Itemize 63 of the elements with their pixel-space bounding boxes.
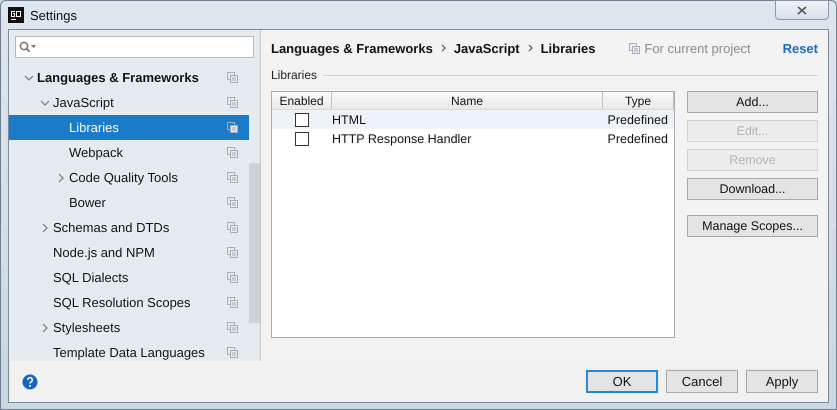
- table-row[interactable]: HTML Predefined: [272, 110, 674, 129]
- scrollbar-thumb[interactable]: [249, 163, 260, 323]
- chevron-down-icon[interactable]: [40, 100, 50, 106]
- copy-icon: [227, 97, 238, 108]
- reset-link[interactable]: Reset: [782, 40, 818, 56]
- chevron-right-icon[interactable]: [58, 172, 64, 182]
- tree-item[interactable]: SQL Dialects: [9, 265, 249, 290]
- column-header[interactable]: Enabled: [272, 92, 332, 109]
- copy-icon: [227, 172, 238, 183]
- tree-item[interactable]: Bower: [9, 190, 249, 215]
- chevron-right-icon: [528, 44, 533, 52]
- copy-icon: [227, 272, 238, 283]
- app-logo-icon: [8, 7, 24, 23]
- dialog-button[interactable]: Cancel: [666, 370, 738, 393]
- section-title: Libraries: [271, 68, 318, 82]
- tree-item[interactable]: Schemas and DTDs: [9, 215, 249, 240]
- tree-item[interactable]: Node.js and NPM: [9, 240, 249, 265]
- tree-item[interactable]: Code Quality Tools: [9, 165, 249, 190]
- copy-icon: [227, 122, 238, 133]
- breadcrumb-item: Libraries: [540, 40, 596, 56]
- breadcrumb-item: JavaScript: [454, 40, 520, 56]
- search-field[interactable]: [15, 36, 254, 58]
- table-cell-text: Predefined: [608, 112, 669, 126]
- chevron-right-icon[interactable]: [42, 322, 48, 332]
- table-cell-text: HTTP Response Handler: [332, 132, 472, 146]
- window-title: Settings: [30, 8, 78, 22]
- copy-icon: [227, 197, 238, 208]
- copy-icon: [227, 347, 238, 358]
- tree-item[interactable]: Libraries: [9, 115, 249, 140]
- breadcrumb-item: Languages & Frameworks: [271, 40, 433, 56]
- table-row[interactable]: HTTP Response Handler Predefined: [272, 129, 674, 148]
- checkbox[interactable]: [295, 112, 309, 126]
- tree-item[interactable]: Template Data Languages: [9, 340, 249, 361]
- copy-icon: [227, 247, 238, 258]
- copy-icon: [227, 222, 238, 233]
- dialog-button[interactable]: Apply: [746, 370, 818, 393]
- help-icon[interactable]: [22, 374, 38, 390]
- checkbox[interactable]: [295, 132, 309, 146]
- search-icon: [19, 41, 37, 53]
- tree-item[interactable]: JavaScript: [9, 90, 249, 115]
- chevron-right-icon[interactable]: [42, 222, 48, 232]
- chevron-right-icon: [440, 44, 446, 52]
- copy-icon: [227, 72, 238, 83]
- table-cell-text: Predefined: [608, 132, 669, 146]
- dialog-button[interactable]: OK: [586, 370, 658, 393]
- copy-icon: [227, 147, 238, 158]
- close-icon: [797, 6, 807, 14]
- column-header[interactable]: Name: [332, 92, 603, 109]
- copy-icon: [629, 42, 640, 54]
- action-button[interactable]: Download...: [687, 178, 818, 200]
- action-button[interactable]: Add...: [687, 91, 818, 113]
- copy-icon: [227, 322, 238, 333]
- tree-item[interactable]: SQL Resolution Scopes: [9, 290, 249, 315]
- table-cell-text: HTML: [332, 112, 368, 126]
- scope-note: For current project: [644, 40, 751, 56]
- copy-icon: [227, 297, 238, 308]
- tree-item[interactable]: Stylesheets: [9, 315, 249, 340]
- action-button[interactable]: Manage Scopes...: [687, 215, 818, 237]
- tree-item[interactable]: Languages & Frameworks: [9, 65, 249, 90]
- chevron-down-icon[interactable]: [24, 74, 34, 80]
- close-button[interactable]: [775, 0, 829, 20]
- tree-item[interactable]: Webpack: [9, 140, 249, 165]
- column-header[interactable]: Type: [603, 92, 674, 109]
